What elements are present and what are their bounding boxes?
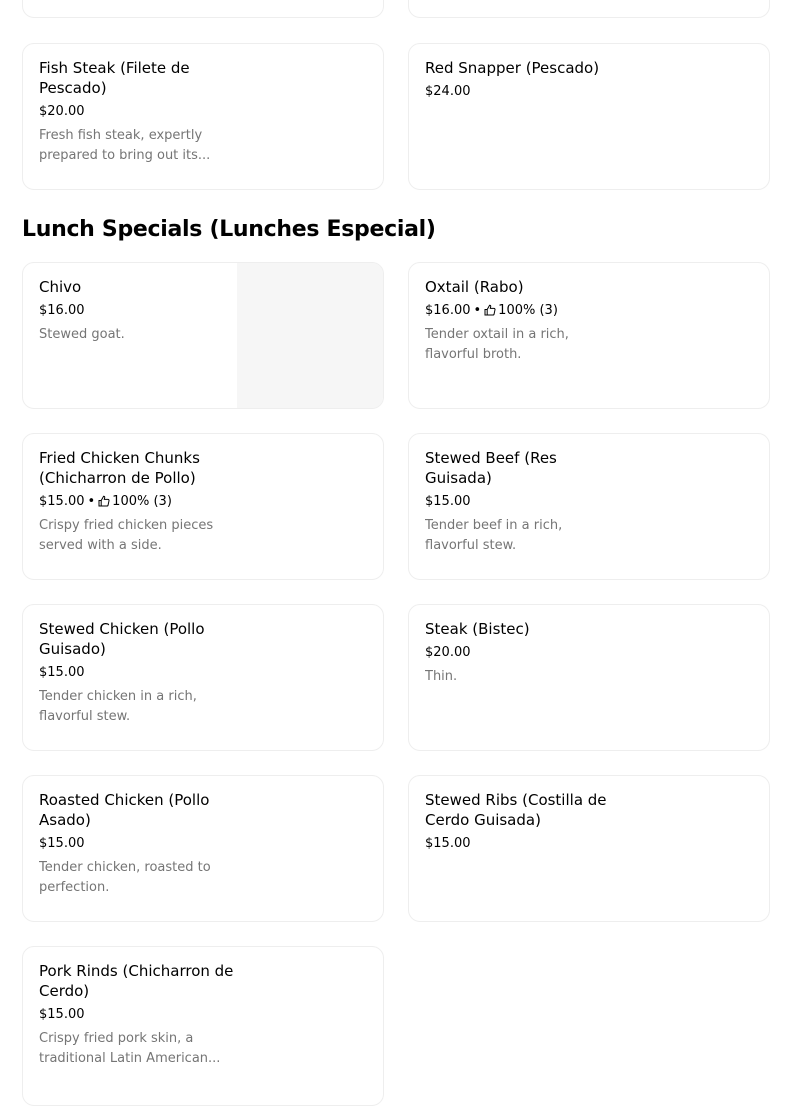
separator-dot: • [473,303,482,318]
menu-item-name: Roasted Chicken (Pollo Asado) [39,791,210,829]
menu-item-name: Fish Steak (Filete de Pescado) [39,59,190,97]
menu-item-card-partial[interactable] [408,0,770,18]
menu-item-meta: $16.00 • 100% (3) [425,301,625,321]
menu-item-price: $24.00 [425,84,471,99]
menu-item-card[interactable]: Stewed Chicken (Pollo Guisado) $15.00 Te… [22,604,384,751]
menu-item-description: Tender oxtail in a rich, flavorful broth… [425,327,569,362]
menu-item-card[interactable]: Stewed Beef (Res Guisada) $15.00 Tender … [408,433,770,580]
menu-item-image [237,263,383,408]
menu-item-meta: $20.00 [39,102,239,122]
menu-item-name: Red Snapper (Pescado) [425,59,600,77]
menu-item-card[interactable]: Fish Steak (Filete de Pescado) $20.00 Fr… [22,43,384,190]
menu-item-price: $20.00 [39,104,85,119]
menu-item-name: Oxtail (Rabo) [425,278,524,296]
menu-item-description: Thin. [425,669,458,684]
thumbs-up-icon [98,495,110,507]
menu-item-description: Fresh fish steak, expertly prepared to b… [39,128,211,163]
menu-item-price: $15.00 [39,494,85,509]
menu-item-price: $15.00 [39,836,85,851]
separator-dot: • [87,494,96,509]
thumbs-up-icon [484,304,496,316]
menu-item-description: Stewed goat. [39,327,125,342]
menu-item-card[interactable]: Stewed Ribs (Costilla de Cerdo Guisada) … [408,775,770,922]
menu-item-meta: $15.00 [39,663,239,683]
menu-item-description: Tender beef in a rich, flavorful stew. [425,518,563,553]
menu-item-rating: 100% (3) [112,494,172,509]
menu-item-name: Stewed Beef (Res Guisada) [425,449,557,487]
menu-item-card[interactable]: Pork Rinds (Chicharron de Cerdo) $15.00 … [22,946,384,1106]
menu-item-card[interactable]: Roasted Chicken (Pollo Asado) $15.00 Ten… [22,775,384,922]
menu-item-name: Pork Rinds (Chicharron de Cerdo) [39,962,234,1000]
menu-item-description: Crispy fried chicken pieces served with … [39,518,214,553]
menu-item-price: $15.00 [39,665,85,680]
menu-item-card[interactable]: Fried Chicken Chunks (Chicharron de Poll… [22,433,384,580]
menu-item-price: $20.00 [425,645,471,660]
menu-item-card[interactable]: Red Snapper (Pescado) $24.00 [408,43,770,190]
menu-item-meta: $15.00 [425,834,640,854]
menu-item-price: $16.00 [39,303,85,318]
menu-item-card[interactable]: Steak (Bistec) $20.00 Thin. [408,604,770,751]
menu-item-meta: $15.00 [39,1005,239,1025]
menu-item-name: Stewed Ribs (Costilla de Cerdo Guisada) [425,791,607,829]
menu-item-description: Tender chicken in a rich, flavorful stew… [39,689,197,724]
menu-item-card[interactable]: Oxtail (Rabo) $16.00 • 100% (3) Tender oxt… [408,262,770,409]
menu-item-rating: 100% (3) [498,303,558,318]
menu-item-name: Fried Chicken Chunks (Chicharron de Poll… [39,449,200,487]
menu-item-meta: $15.00 [425,492,595,512]
menu-item-card[interactable]: Chivo $16.00 Stewed goat. [22,262,384,409]
menu-item-price: $15.00 [425,494,471,509]
menu-item-price: $15.00 [39,1007,85,1022]
menu-item-meta: $15.00 [39,834,239,854]
menu-item-meta: $20.00 [425,643,625,663]
section-heading: Lunch Specials (Lunches Especial) [22,217,436,242]
menu-item-name: Steak (Bistec) [425,620,530,638]
menu-item-card-partial[interactable] [22,0,384,18]
menu-item-name: Stewed Chicken (Pollo Guisado) [39,620,205,658]
menu-item-price: $15.00 [425,836,471,851]
menu-item-price: $16.00 [425,303,471,318]
menu-item-description: Crispy fried pork skin, a traditional La… [39,1031,221,1066]
menu-item-meta: $24.00 [425,82,665,102]
menu-item-name: Chivo [39,278,82,296]
menu-item-description: Tender chicken, roasted to perfection. [39,860,211,895]
menu-item-meta: $16.00 [39,301,239,321]
menu-item-meta: $15.00 • 100% (3) [39,492,239,512]
